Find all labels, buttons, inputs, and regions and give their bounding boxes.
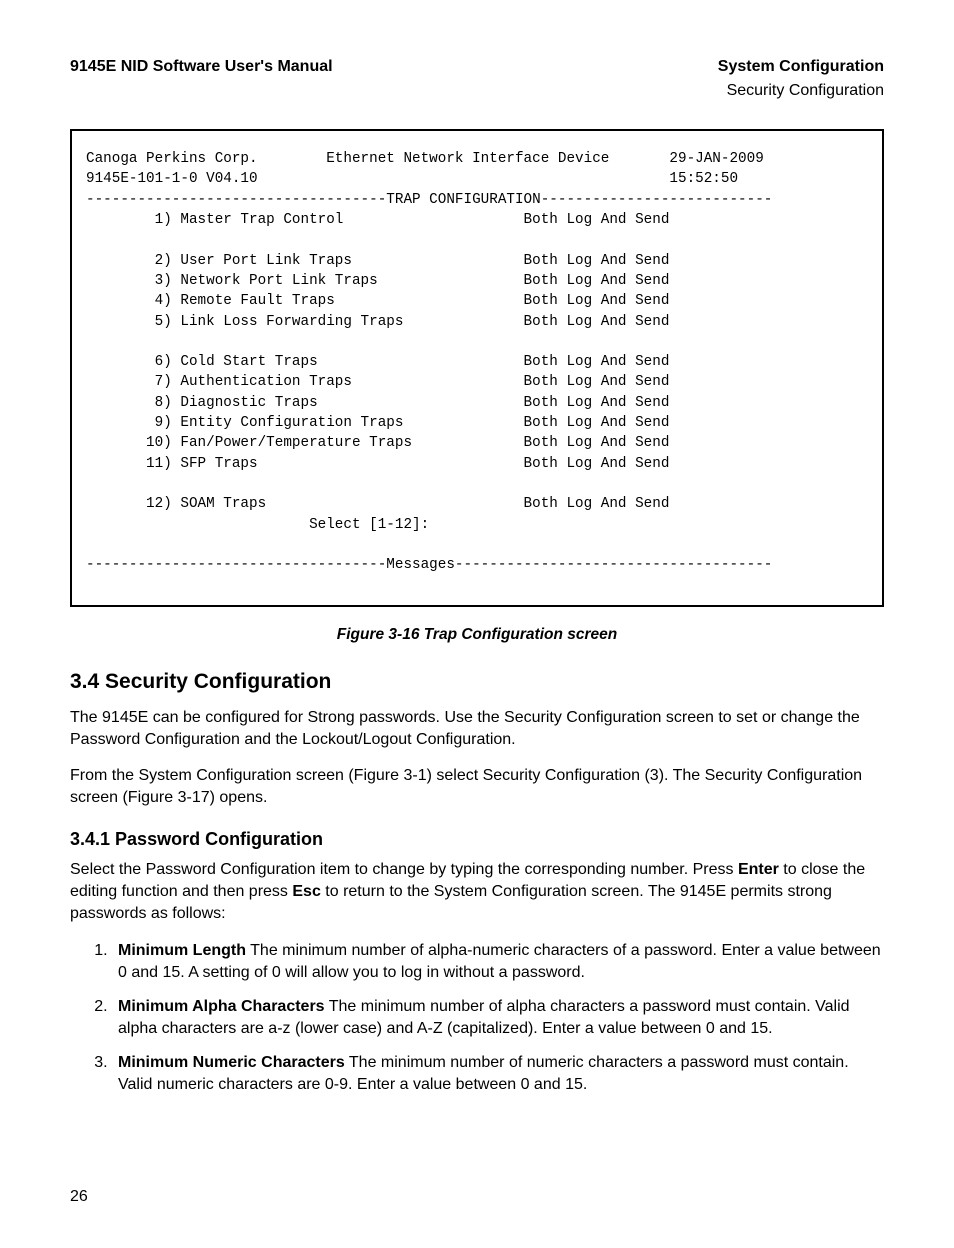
list-item: Minimum Numeric Characters The minimum n…: [112, 1052, 884, 1096]
list-item-bold: Minimum Alpha Characters: [118, 998, 325, 1015]
subsection-heading: 3.4.1 Password Configuration: [70, 827, 884, 851]
section-heading: 3.4 Security Configuration: [70, 668, 884, 696]
list-item: Minimum Length The minimum number of alp…: [112, 940, 884, 984]
figure-caption: Figure 3-16 Trap Configuration screen: [70, 625, 884, 646]
page-number: 26: [70, 1186, 884, 1208]
key-enter: Enter: [738, 861, 779, 878]
terminal-screen: Canoga Perkins Corp. Ethernet Network In…: [70, 129, 884, 607]
password-rules-list: Minimum Length The minimum number of alp…: [112, 940, 884, 1096]
header-right: System Configuration: [718, 56, 884, 78]
paragraph-2: From the System Configuration screen (Fi…: [70, 765, 884, 809]
paragraph-3: Select the Password Configuration item t…: [70, 859, 884, 925]
header-left: 9145E NID Software User's Manual: [70, 56, 333, 78]
list-item-bold: Minimum Numeric Characters: [118, 1054, 345, 1071]
key-esc: Esc: [292, 883, 320, 900]
header-sub-right: Security Configuration: [718, 80, 884, 102]
list-item: Minimum Alpha Characters The minimum num…: [112, 996, 884, 1040]
list-item-bold: Minimum Length: [118, 942, 246, 959]
paragraph-1: The 9145E can be configured for Strong p…: [70, 707, 884, 751]
header-right-block: System Configuration Security Configurat…: [718, 56, 884, 101]
page-header: 9145E NID Software User's Manual System …: [70, 56, 884, 101]
p3-pre: Select the Password Configuration item t…: [70, 861, 738, 878]
